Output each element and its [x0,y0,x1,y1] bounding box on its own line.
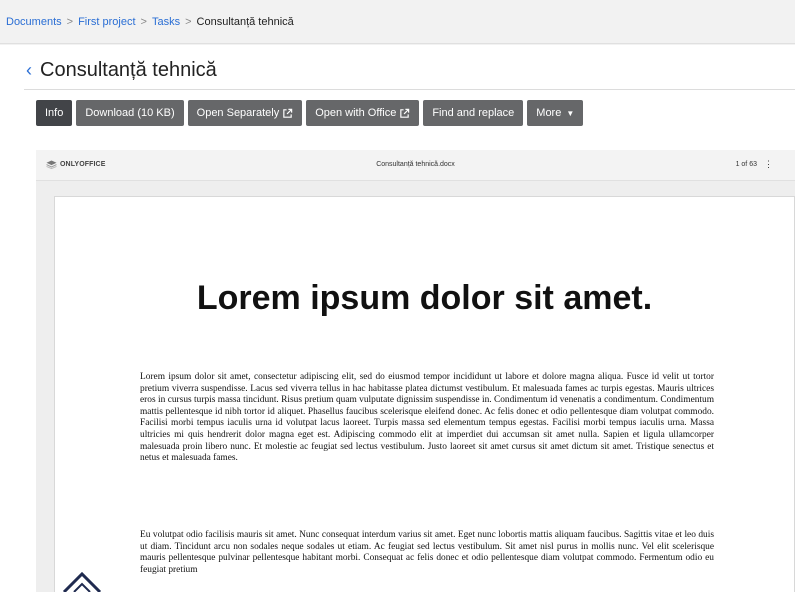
download-button[interactable]: Download (10 KB) [76,100,184,126]
breadcrumb-tasks[interactable]: Tasks [152,16,180,28]
download-button-label: Download (10 KB) [85,107,175,119]
toolbar: Info Download (10 KB) Open Separately Op… [36,100,584,126]
more-dropdown-button[interactable]: More ▼ [527,100,584,126]
chevron-left-icon[interactable]: ‹ [26,61,32,79]
page-title: Consultanță tehnică [40,58,217,81]
breadcrumb: Documents > First project > Tasks > Consultanț… [0,0,795,44]
document-viewer: ONLYOFFICE Consultanță tehnică.docx 1 of… [36,150,795,592]
more-label: More [536,107,562,119]
info-button-label: Info [45,107,64,119]
breadcrumb-first-project[interactable]: First project [78,16,135,28]
kebab-menu-icon[interactable]: ⋮ [764,159,773,170]
document-paragraph: Lorem ipsum dolor sit amet, consectetur … [140,372,714,464]
document-heading: Lorem ipsum dolor sit amet. [196,279,653,317]
find-replace-label: Find and replace [432,107,515,119]
document-paragraph: Eu volutpat odio facilisis mauris sit am… [140,530,714,575]
caret-down-icon: ▼ [566,108,575,118]
breadcrumb-documents[interactable]: Documents [6,16,62,28]
page-counter: 1 of 63 [735,161,757,168]
breadcrumb-separator: > [140,16,147,28]
find-replace-button[interactable]: Find and replace [423,100,524,126]
breadcrumb-separator: > [185,16,192,28]
title-row: ‹ Consultanță tehnică [26,57,217,83]
main-content: ‹ Consultanță tehnică Info Download (10 … [0,45,795,592]
viewer-header: ONLYOFFICE Consultanță tehnică.docx 1 of… [36,150,795,181]
divider [24,89,795,90]
file-name: Consultanță tehnică.docx [376,161,455,168]
open-separately-button[interactable]: Open Separately [187,100,303,126]
open-with-office-button[interactable]: Open with Office [306,100,420,126]
app-logo-icon [62,571,102,592]
breadcrumb-separator: > [66,16,74,28]
info-button[interactable]: Info [36,100,73,126]
breadcrumb-current: Consultanță tehnică [196,16,294,28]
external-link-icon [283,108,293,118]
open-with-office-label: Open with Office [315,107,397,119]
document-page: Lorem ipsum dolor sit amet. Lorem ipsum … [54,196,795,592]
open-separately-label: Open Separately [196,107,280,119]
external-link-icon [400,108,410,118]
